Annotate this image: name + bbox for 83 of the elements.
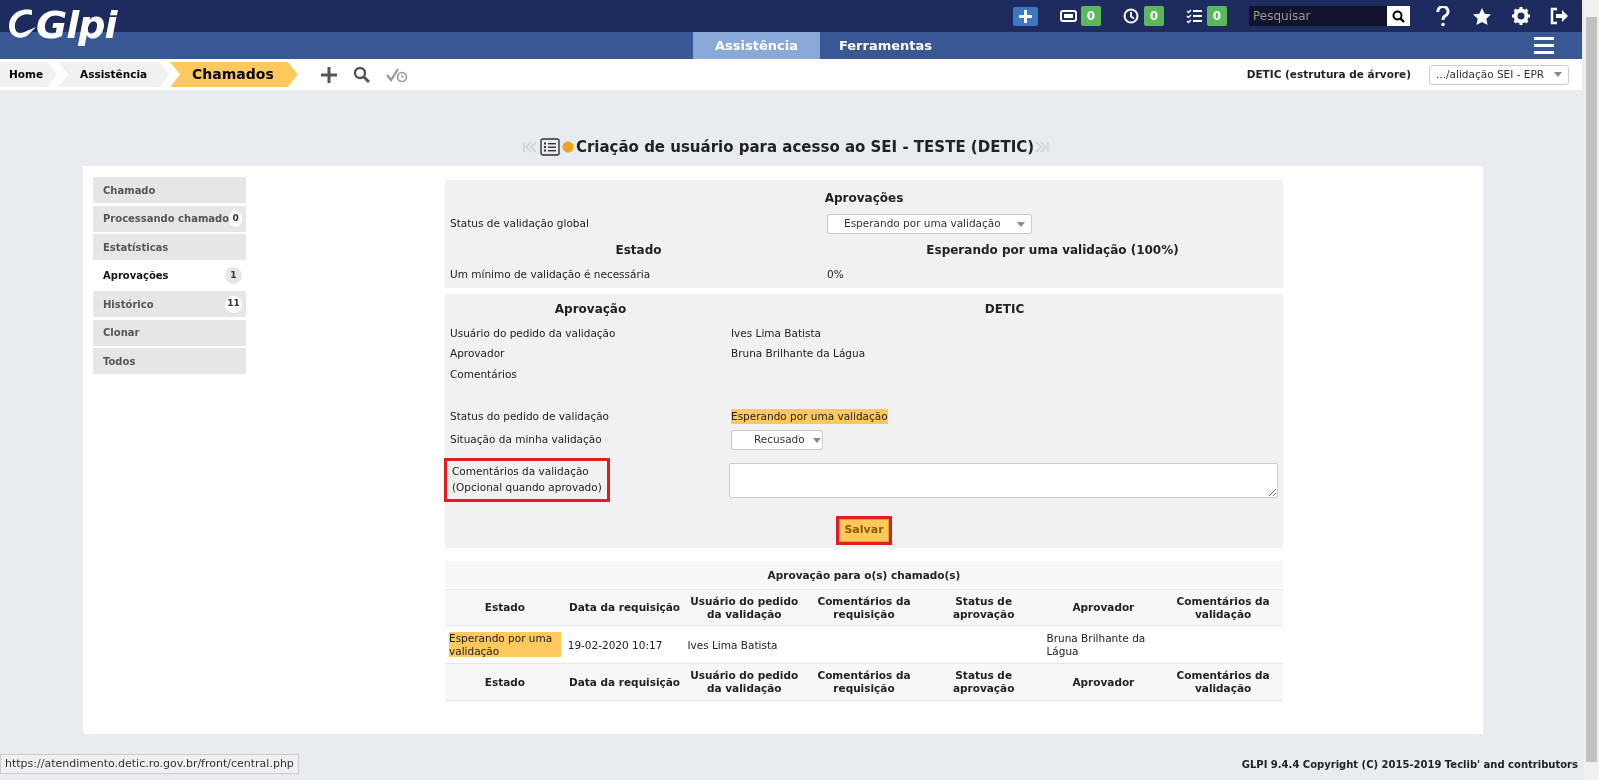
- add-button[interactable]: [1013, 6, 1038, 26]
- section-heading: Aprovações: [824, 191, 904, 205]
- field-label: Aprovador: [450, 347, 505, 360]
- ticket-icon[interactable]: [1060, 8, 1077, 24]
- column-header: Aprovador: [1043, 663, 1164, 701]
- star-icon[interactable]: [1472, 6, 1492, 26]
- table-cell: Bruna Brilhante da Lágua: [1046, 632, 1146, 657]
- menu-tab[interactable]: Ferramentas: [819, 32, 952, 59]
- column-header: Data da requisição: [564, 589, 685, 626]
- column-header: Comentários da validação: [1163, 589, 1283, 626]
- validation-select[interactable]: Recusado: [731, 430, 823, 450]
- count-badge: 11: [225, 295, 242, 313]
- search-icon[interactable]: [352, 66, 370, 83]
- caret-icon: [1554, 72, 1562, 77]
- save-button[interactable]: Salvar: [839, 519, 889, 542]
- search-field[interactable]: Pesquisar: [1249, 6, 1387, 26]
- breadcrumb-link[interactable]: Assistência: [58, 62, 170, 87]
- logo[interactable]: Glpi: [6, 6, 117, 44]
- count-badge: 0: [229, 210, 242, 227]
- column-header: Usuário do pedido da validação: [684, 589, 805, 626]
- column-heading: Estado: [615, 243, 662, 257]
- copyright-text: GLPI 9.4.4 Copyright (C) 2015-2019 Teclib' and contributors: [1241, 758, 1578, 772]
- sidebar-tab[interactable]: Clonar: [93, 319, 246, 346]
- field-label: Status do pedido de validação: [450, 409, 610, 422]
- sidebar-tab[interactable]: Estatísticas: [93, 234, 246, 260]
- logout-icon[interactable]: [1550, 7, 1568, 25]
- caret-icon: [1017, 221, 1025, 227]
- menu-icon[interactable]: [1534, 37, 1554, 54]
- column-header: Aprovador: [1043, 589, 1164, 626]
- status-dot-icon: [561, 141, 574, 153]
- caret-icon: [812, 437, 821, 443]
- count-badge: 1: [225, 267, 242, 284]
- table-cell: Ives Lima Batista: [687, 638, 778, 651]
- comment-field[interactable]: [728, 462, 1278, 498]
- table-cell: 19-02-2020 10:17: [567, 638, 663, 651]
- column-heading: Esperando por uma validação (100%): [926, 243, 1179, 257]
- field-value: Ives Lima Batista: [731, 326, 822, 342]
- sidebar-tab[interactable]: Processando chamado 0: [93, 205, 246, 232]
- sidebar-tab[interactable]: Chamado: [93, 177, 246, 203]
- clock-icon[interactable]: [1123, 8, 1140, 24]
- field-label: Situação da minha validação: [450, 433, 602, 446]
- checklist-icon[interactable]: [1186, 8, 1203, 24]
- help-icon[interactable]: [1434, 5, 1452, 27]
- section-heading: Aprovação: [554, 302, 627, 316]
- sidebar-tab[interactable]: Histórico 11: [93, 291, 246, 317]
- column-header: Comentários da requisição: [804, 589, 924, 626]
- status-value: Esperando por uma validação: [731, 408, 888, 425]
- plus-icon[interactable]: [320, 66, 337, 83]
- section-heading: DETIC: [984, 302, 1025, 316]
- settings-icon[interactable]: [1512, 7, 1530, 25]
- check-clock-icon[interactable]: [385, 67, 408, 82]
- field-value: Bruna Brilhante da Lágua: [731, 346, 866, 362]
- field-label: Comentários da validação (Opcional quando aprovado): [447, 461, 607, 499]
- status-select[interactable]: Esperando por uma validação: [827, 214, 1032, 234]
- search-button[interactable]: [1387, 6, 1410, 26]
- column-header: Status de aprovação: [923, 663, 1044, 701]
- column-header: Estado: [445, 663, 565, 701]
- column-header: Comentários da validação: [1163, 663, 1283, 701]
- list-icon[interactable]: [539, 138, 560, 156]
- field-label: Comentários: [450, 368, 517, 380]
- search-icon: [1392, 9, 1405, 23]
- scrollbar-thumb[interactable]: [1586, 17, 1597, 762]
- table-title: Aprovação para o(s) chamado(s): [445, 560, 1283, 590]
- column-header: Data da requisição: [564, 663, 685, 701]
- sidebar-tab[interactable]: Todos: [93, 348, 246, 374]
- column-header: Status de aprovação: [923, 589, 1044, 626]
- field-label: Status de validação global: [450, 216, 590, 232]
- breadcrumb-link[interactable]: Chamados: [170, 62, 298, 87]
- column-header: Comentários da requisição: [804, 663, 924, 701]
- field-label: Um mínimo de validação é necessária: [450, 267, 652, 283]
- plus-icon: [1019, 9, 1032, 23]
- entity-label: DETIC (estrutura de árvore): [1246, 66, 1411, 82]
- column-header: Usuário do pedido da validação: [684, 663, 805, 701]
- field-value: 0%: [827, 267, 844, 283]
- status-url: https://atendimento.detic.ro.gov.br/front/central.php: [0, 753, 299, 774]
- logo-text: Glpi: [36, 6, 117, 44]
- ticket-title: Criação de usuário para acesso ao SEI - TESTE (DETIC): [575, 136, 1035, 158]
- breadcrumb-link[interactable]: Home: [0, 62, 58, 87]
- status-cell: Esperando por uma validação: [449, 632, 561, 658]
- column-header: Estado: [445, 589, 565, 626]
- field-label: Usuário do pedido da validação: [450, 327, 616, 340]
- scrollbar[interactable]: [1584, 0, 1599, 780]
- entity-select[interactable]: .../alidação SEI - EPR: [1429, 64, 1569, 85]
